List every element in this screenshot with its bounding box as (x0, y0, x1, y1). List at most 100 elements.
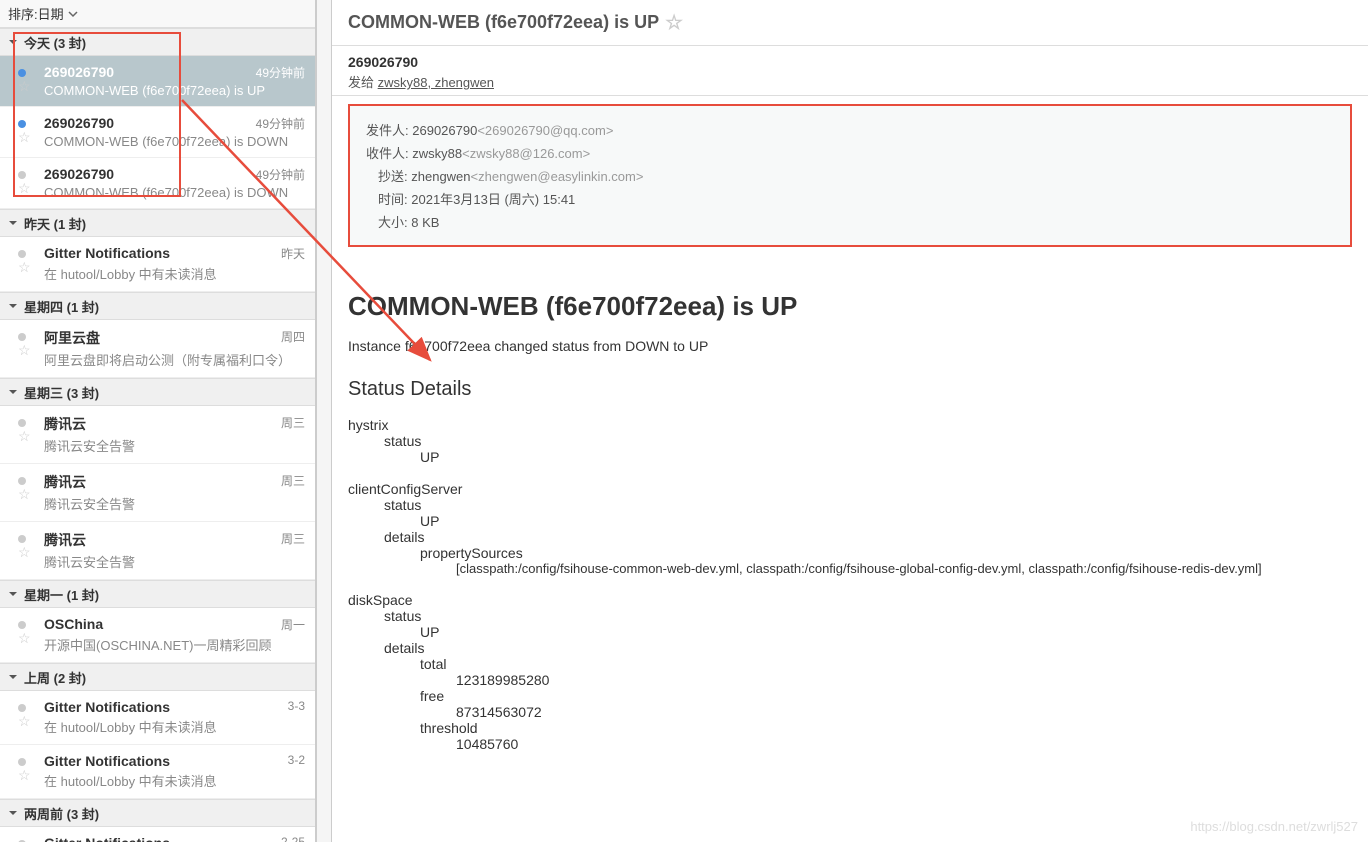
unread-dot-icon (18, 419, 26, 427)
email-sender: 腾讯云 (44, 414, 86, 434)
email-list-item[interactable]: ☆ 269026790 49分钟前 COMMON-WEB (f6e700f72eea)… (0, 56, 315, 107)
group-header[interactable]: 星期一 (1 封) (0, 580, 315, 608)
email-time: 49分钟前 (256, 64, 305, 81)
group-header[interactable]: 两周前 (3 封) (0, 799, 315, 827)
clientconfig-section: clientConfigServer status UP details pro… (348, 481, 1352, 576)
star-icon[interactable]: ☆ (18, 78, 31, 95)
email-subject: 在 hutool/Lobby 中有未读消息 (44, 264, 305, 283)
collapse-icon (8, 37, 18, 47)
email-sender: 269026790 (44, 64, 114, 81)
body-subtitle: Instance f6e700f72eea changed status fro… (348, 338, 1352, 354)
email-preview-pane: COMMON-WEB (f6e700f72eea) is UP ☆ 269026… (332, 0, 1368, 842)
group-header[interactable]: 今天 (3 封) (0, 28, 315, 56)
email-sender: Gitter Notifications (44, 245, 170, 262)
email-list-item[interactable]: ☆ Gitter Notifications 3-2 在 hutool/Lobby 中… (0, 745, 315, 799)
unread-dot-icon (18, 477, 26, 485)
email-subject: 腾讯云安全告警 (44, 494, 305, 513)
group-header[interactable]: 上周 (2 封) (0, 663, 315, 691)
unread-dot-icon (18, 171, 26, 179)
star-icon[interactable]: ☆ (18, 713, 31, 730)
email-sender: 269026790 (44, 115, 114, 132)
group-header[interactable]: 星期四 (1 封) (0, 292, 315, 320)
star-icon[interactable]: ☆ (18, 342, 31, 359)
email-time: 昨天 (281, 245, 305, 262)
email-subject: 开源中国(OSCHINA.NET)一周精彩回顾 (44, 635, 305, 654)
unread-dot-icon (18, 704, 26, 712)
star-icon[interactable]: ☆ (18, 544, 31, 561)
email-subject: 腾讯云安全告警 (44, 552, 305, 571)
email-time: 3-3 (288, 699, 305, 715)
email-subject: 腾讯云安全告警 (44, 436, 305, 455)
chevron-down-icon (68, 9, 78, 19)
email-time: 周一 (281, 616, 305, 633)
email-list-item[interactable]: ☆ 腾讯云 周三腾讯云安全告警 (0, 406, 315, 464)
email-subject-header: COMMON-WEB (f6e700f72eea) is UP ☆ (332, 0, 1368, 46)
star-icon[interactable]: ☆ (18, 129, 31, 146)
email-time: 2-25 (281, 835, 305, 842)
email-sender: Gitter Notifications (44, 699, 170, 715)
email-time: 周四 (281, 328, 305, 348)
email-time: 3-2 (288, 753, 305, 769)
star-icon[interactable]: ☆ (18, 180, 31, 197)
subject-title: COMMON-WEB (f6e700f72eea) is UP (348, 12, 659, 33)
email-subject: COMMON-WEB (f6e700f72eea) is DOWN (44, 134, 305, 149)
email-sender: OSChina (44, 616, 103, 633)
email-time: 周三 (281, 472, 305, 492)
unread-dot-icon (18, 250, 26, 258)
email-subject: COMMON-WEB (f6e700f72eea) is UP (44, 83, 305, 98)
meta-sender: 269026790 (348, 54, 1352, 70)
unread-dot-icon (18, 120, 26, 128)
star-icon[interactable]: ☆ (18, 767, 31, 784)
status-details-heading: Status Details (348, 378, 1352, 401)
email-groups: 今天 (3 封) ☆ 269026790 49分钟前 COMMON-WEB (f6e70… (0, 28, 315, 842)
email-list-item[interactable]: ☆阿里云盘周四阿里云盘即将启动公测（附专属福利口令） (0, 320, 315, 378)
collapse-icon (8, 808, 18, 818)
diskspace-section: diskSpace status UP details total 123189… (348, 592, 1352, 752)
star-icon[interactable]: ☆ (18, 486, 31, 503)
email-list-item[interactable]: ☆ 269026790 49分钟前 COMMON-WEB (f6e700f72eea)… (0, 107, 315, 158)
email-list-item[interactable]: ☆ 腾讯云 周三腾讯云安全告警 (0, 464, 315, 522)
collapse-icon (8, 387, 18, 397)
collapse-icon (8, 589, 18, 599)
email-subject: 在 hutool/Lobby 中有未读消息 (44, 717, 305, 736)
meta-recipients: 发给 zwsky88, zhengwen (348, 72, 1352, 91)
email-sender: Gitter Notifications (44, 753, 170, 769)
email-list-item[interactable]: ☆ OSChina 周一开源中国(OSCHINA.NET)一周精彩回顾 (0, 608, 315, 663)
unread-dot-icon (18, 69, 26, 77)
sort-header[interactable]: 排序:日期 (0, 0, 315, 28)
star-icon[interactable]: ☆ (18, 630, 31, 647)
email-list-item[interactable]: ☆26902679049分钟前COMMON-WEB (f6e700f72eea)… (0, 158, 315, 209)
email-meta-bar: 269026790 发给 zwsky88, zhengwen (332, 46, 1368, 96)
email-subject: 在 hutool/Lobby 中有未读消息 (44, 771, 305, 790)
email-time: 周三 (281, 414, 305, 434)
email-list-item[interactable]: ☆ 腾讯云 周三腾讯云安全告警 (0, 522, 315, 580)
hystrix-section: hystrix status UP (348, 417, 1352, 465)
email-list-item[interactable]: ☆Gitter Notifications2-25在 hutool/Lobby … (0, 827, 315, 842)
collapse-icon (8, 301, 18, 311)
email-body: COMMON-WEB (f6e700f72eea) is UP Instance… (332, 255, 1368, 842)
group-header[interactable]: 昨天 (1 封) (0, 209, 315, 237)
sort-label: 排序:日期 (8, 4, 64, 23)
email-time: 周三 (281, 530, 305, 550)
group-header[interactable]: 星期三 (3 封) (0, 378, 315, 406)
email-time: 49分钟前 (256, 166, 305, 183)
email-list-sidebar: 排序:日期 今天 (3 封) ☆ 269026790 49分钟前 COMMON-WEB … (0, 0, 316, 842)
email-list-item[interactable]: ☆ Gitter Notifications 昨天在 hutool/Lobby 中有… (0, 237, 315, 292)
unread-dot-icon (18, 333, 26, 341)
star-icon[interactable]: ☆ (18, 428, 31, 445)
email-sender: 腾讯云 (44, 472, 86, 492)
email-list-item[interactable]: ☆ Gitter Notifications 3-3 在 hutool/Lobby 中… (0, 691, 315, 745)
collapse-icon (8, 672, 18, 682)
star-icon[interactable]: ☆ (18, 259, 31, 276)
email-subject: COMMON-WEB (f6e700f72eea) is DOWN (44, 185, 305, 200)
email-time: 49分钟前 (256, 115, 305, 132)
unread-dot-icon (18, 621, 26, 629)
resizer-bar[interactable] (316, 0, 332, 842)
email-sender: 腾讯云 (44, 530, 86, 550)
unread-dot-icon (18, 758, 26, 766)
email-subject: 阿里云盘即将启动公测（附专属福利口令） (44, 350, 305, 369)
email-sender: Gitter Notifications (44, 835, 170, 842)
collapse-icon (8, 218, 18, 228)
favorite-star-icon[interactable]: ☆ (665, 10, 683, 35)
body-title: COMMON-WEB (f6e700f72eea) is UP (348, 291, 1352, 322)
